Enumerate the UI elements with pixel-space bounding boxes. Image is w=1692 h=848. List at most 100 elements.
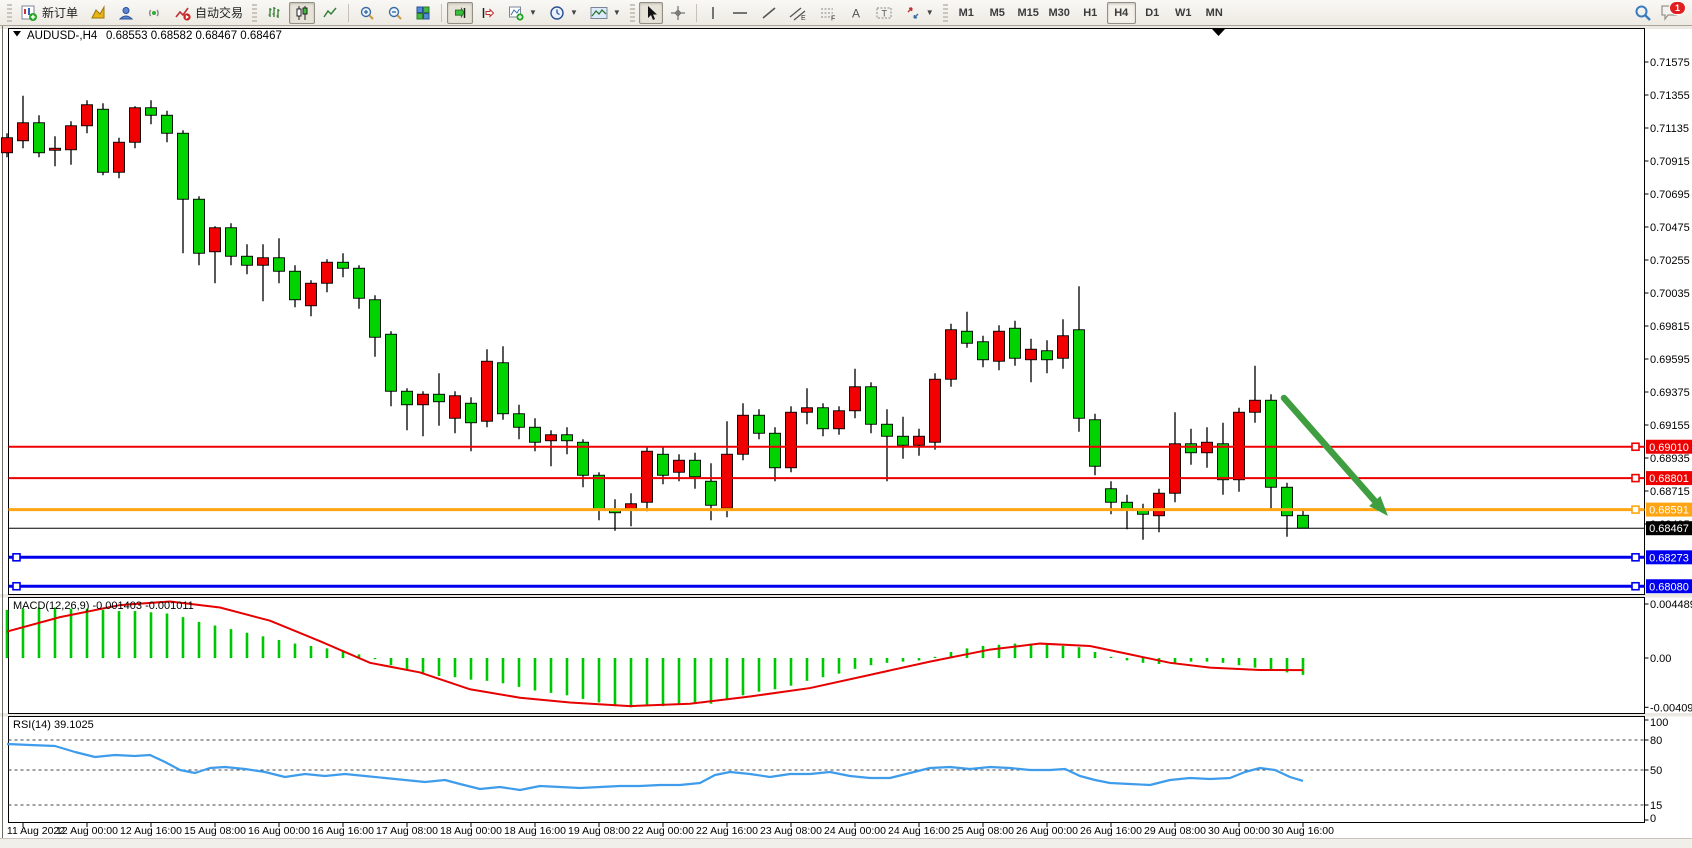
new-chart-button[interactable] [85,2,111,24]
periods-button[interactable]: ▼ [544,2,583,24]
timeframe-h4-button[interactable]: H4 [1107,2,1136,24]
timeframe-m1-button[interactable]: M1 [952,2,981,24]
zoom-out-button[interactable] [382,2,408,24]
candle-down [402,391,413,405]
zoom-out-icon [387,5,403,21]
bar-chart-icon [266,5,282,21]
price-tick-label: 0.69815 [1650,321,1690,333]
time-axis[interactable]: 11 Aug 202212 Aug 00:0012 Aug 16:0015 Au… [7,823,1334,838]
channel-tool-button[interactable]: E [784,2,812,24]
candle-down [1010,328,1021,358]
new-order-button[interactable]: 新订单 [16,2,83,24]
tile-windows-button[interactable] [410,2,436,24]
text-icon: A [849,5,863,21]
line-handle[interactable] [1632,506,1639,513]
templates-button[interactable]: ▼ [585,2,626,24]
line-handle[interactable] [1632,583,1639,590]
candle-down [434,394,445,402]
candle-down [690,460,701,477]
autotrading-button[interactable]: 自动交易 [169,2,248,24]
notifications-button[interactable]: 1 [1660,3,1682,23]
chart-area: 0.715750.713550.711350.709150.706950.704… [0,26,1692,838]
candle-down [1266,400,1277,487]
profiles-button[interactable] [113,2,139,24]
cursor-icon [644,5,658,21]
candle-down [466,403,477,423]
crosshair-icon [670,5,686,21]
candlestick-icon [294,5,310,21]
fibonacci-icon: F [819,5,837,21]
zoom-in-button[interactable] [354,2,380,24]
trendline-tool-button[interactable] [756,2,782,24]
autotrading-label: 自动交易 [195,4,243,21]
line-handle[interactable] [13,583,20,590]
search-icon[interactable] [1634,4,1652,22]
arrows-tool-button[interactable]: ▼ [900,2,939,24]
timeframe-m30-button[interactable]: M30 [1045,2,1074,24]
label-tool-button[interactable]: T [870,2,898,24]
auto-scroll-button[interactable] [447,2,473,24]
bar-chart-mode-button[interactable] [261,2,287,24]
candle-down [178,133,189,199]
vertical-line-tool-button[interactable] [702,2,724,24]
candle-up [322,262,333,283]
candle-down [770,433,781,468]
timeframe-d1-button[interactable]: D1 [1138,2,1167,24]
line-chart-icon [322,5,338,21]
timeframe-m5-button[interactable]: M5 [983,2,1012,24]
timeframe-mn-button[interactable]: MN [1200,2,1229,24]
indicators-button[interactable]: ▼ [503,2,542,24]
chart-shift-button[interactable] [475,2,501,24]
crosshair-tool-button[interactable] [665,2,691,24]
candle-up [18,123,29,141]
candle-up [946,330,957,380]
indicators-icon [508,5,524,21]
timeframe-w1-button[interactable]: W1 [1169,2,1198,24]
time-tick-label: 22 Aug 16:00 [696,825,758,837]
timeframe-h1-button[interactable]: H1 [1076,2,1105,24]
candle-down [146,108,157,116]
time-tick-label: 18 Aug 00:00 [440,825,502,837]
candle-down [338,262,349,268]
candle-up [50,148,61,150]
price-tick-label: 0.70915 [1650,156,1690,168]
candlestick-mode-button[interactable] [289,2,315,24]
candle-down [354,268,365,298]
candle-up [114,142,125,172]
time-tick-label: 26 Aug 16:00 [1080,825,1142,837]
candle-down [530,427,541,442]
cursor-tool-button[interactable] [639,2,663,24]
price-tick-label: 0.68935 [1650,453,1690,465]
template-icon [590,5,608,21]
fibonacci-tool-button[interactable]: F [814,2,842,24]
candle-up [786,412,797,468]
line-handle[interactable] [13,554,20,561]
line-chart-mode-button[interactable] [317,2,343,24]
candle-down [882,424,893,436]
price-badge-label: 0.68801 [1649,473,1689,485]
line-handle[interactable] [1632,475,1639,482]
time-tick-label: 26 Aug 00:00 [1016,825,1078,837]
svg-text:T: T [881,8,887,18]
candle-up [1154,493,1165,516]
timeframe-m15-button[interactable]: M15 [1014,2,1043,24]
candle-up [914,436,925,445]
signals-button[interactable] [141,2,167,24]
line-handle[interactable] [1632,554,1639,561]
candle-down [706,481,717,505]
candle-down [978,342,989,360]
dropdown-caret-icon: ▼ [529,8,537,17]
text-tool-button[interactable]: A [844,2,868,24]
candle-up [482,361,493,421]
clock-icon [549,5,565,21]
line-handle[interactable] [1632,443,1639,450]
candle-down [1298,515,1309,528]
price-tick-label: 0.69375 [1650,387,1690,399]
dropdown-caret-icon: ▼ [613,8,621,17]
price-tick-label: 0.70475 [1650,222,1690,234]
price-tick-label: 0.68715 [1650,486,1690,498]
candle-up [1250,400,1261,412]
horizontal-line-tool-button[interactable] [726,2,754,24]
candle-up [418,394,429,405]
time-tick-label: 12 Aug 00:00 [56,825,118,837]
